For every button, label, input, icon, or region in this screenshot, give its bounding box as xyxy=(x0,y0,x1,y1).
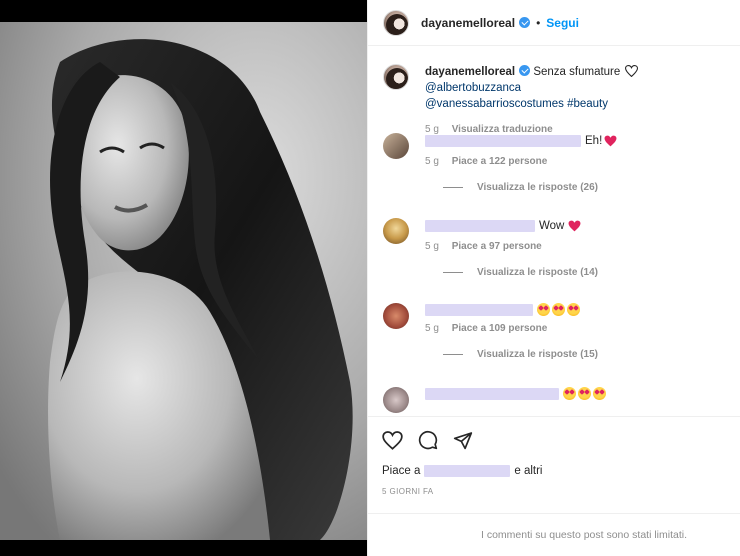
view-replies-label: Visualizza le risposte (14) xyxy=(477,267,598,278)
post-actions: Piace a e altri 5 GIORNI FA xyxy=(368,416,740,496)
comment-item: 5 g Piace a 109 persone Visualizza le ri… xyxy=(383,303,734,360)
comment-item: Wow 5 g Piace a 97 persone Visualizza le… xyxy=(383,218,734,278)
verified-badge-icon xyxy=(519,17,531,28)
redacted-liker xyxy=(424,465,511,477)
star-struck-emoji-icon xyxy=(537,303,550,316)
commenter-avatar[interactable] xyxy=(383,303,409,329)
author-avatar[interactable] xyxy=(383,9,409,36)
replies-divider xyxy=(443,354,463,355)
comment-age: 5 g xyxy=(425,241,439,252)
star-struck-emoji-icon xyxy=(593,387,606,400)
view-replies-label: Visualizza le risposte (26) xyxy=(477,182,598,193)
comment-likes-link[interactable]: Piace a 97 persone xyxy=(452,241,542,252)
comment-age: 5 g xyxy=(425,156,439,167)
comment-text: Eh! xyxy=(585,135,603,147)
heart-icon[interactable] xyxy=(382,430,403,450)
star-struck-emoji-icon xyxy=(567,303,580,316)
comments-section[interactable]: dayanemelloreal Senza sfumature @alberto… xyxy=(368,46,740,415)
caption-text: Senza sfumature xyxy=(533,66,621,78)
caption-author-avatar[interactable] xyxy=(383,64,409,90)
view-replies-button[interactable]: Visualizza le risposte (14) xyxy=(443,267,734,278)
commenter-avatar[interactable] xyxy=(383,133,409,159)
portrait-illustration xyxy=(0,22,367,540)
likes-suffix: e altri xyxy=(514,465,543,477)
redacted-username xyxy=(425,135,581,147)
likes-prefix: Piace a xyxy=(382,465,421,477)
red-heart-emoji-icon xyxy=(568,220,581,232)
red-heart-emoji-icon xyxy=(604,135,617,147)
view-replies-button[interactable]: Visualizza le risposte (26) xyxy=(443,182,734,193)
verified-badge-icon xyxy=(519,65,531,76)
comment-item: Eh! 5 g Piace a 122 persone Visualizza l… xyxy=(383,133,734,193)
star-struck-emoji-icon xyxy=(578,387,591,400)
author-username[interactable]: dayanemelloreal xyxy=(421,16,515,30)
redacted-username xyxy=(425,220,535,232)
comment-likes-link[interactable]: Piace a 122 persone xyxy=(452,156,548,167)
post-caption: dayanemelloreal Senza sfumature @alberto… xyxy=(383,64,734,138)
caption-mention-1[interactable]: @albertobuzzanca xyxy=(425,82,521,94)
heart-outline-emoji-icon xyxy=(625,65,639,77)
post-header: dayanemelloreal • Segui xyxy=(368,0,740,46)
redacted-username xyxy=(425,303,533,316)
star-struck-emoji-icon xyxy=(563,387,576,400)
view-replies-label: Visualizza le risposte (15) xyxy=(477,349,598,360)
post-photo-panel xyxy=(0,0,367,556)
comment-age: 5 g xyxy=(425,323,439,334)
redacted-username xyxy=(425,387,559,400)
comment-item xyxy=(383,387,734,413)
follow-button[interactable]: Segui xyxy=(546,16,579,30)
post-details-panel: dayanemelloreal • Segui dayanemelloreal … xyxy=(367,0,740,556)
comment-icon[interactable] xyxy=(418,430,438,450)
commenter-avatar[interactable] xyxy=(383,218,409,244)
comments-limited-notice: I commenti su questo post sono stati lim… xyxy=(368,513,740,556)
caption-username[interactable]: dayanemelloreal xyxy=(425,66,515,78)
comment-text: Wow xyxy=(539,220,565,232)
caption-hashtag[interactable]: #beauty xyxy=(567,98,608,110)
view-replies-button[interactable]: Visualizza le risposte (15) xyxy=(443,349,734,360)
commenter-avatar[interactable] xyxy=(383,387,409,413)
post-date[interactable]: 5 GIORNI FA xyxy=(382,487,726,496)
header-separator: • xyxy=(536,15,541,30)
replies-divider xyxy=(443,187,463,188)
replies-divider xyxy=(443,272,463,273)
action-icons-row xyxy=(382,429,726,451)
share-icon[interactable] xyxy=(453,431,473,450)
likes-summary[interactable]: Piace a e altri xyxy=(382,465,726,477)
post-photo[interactable] xyxy=(0,22,367,540)
caption-mention-2[interactable]: @vanessabarrioscostumes xyxy=(425,98,564,110)
comment-likes-link[interactable]: Piace a 109 persone xyxy=(452,323,548,334)
star-struck-emoji-icon xyxy=(552,303,565,316)
